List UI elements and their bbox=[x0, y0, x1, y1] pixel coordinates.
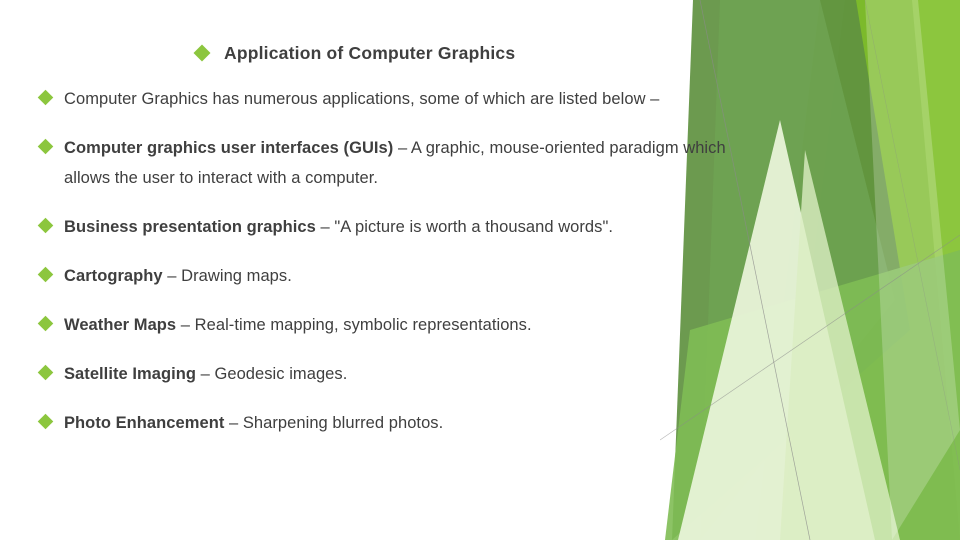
green-diamond-bullet-icon bbox=[37, 138, 54, 155]
green-diamond-bullet-icon bbox=[37, 413, 54, 430]
list-item-lead: Business presentation graphics bbox=[64, 218, 316, 236]
slide-title: Application of Computer Graphics bbox=[193, 41, 516, 65]
list-item: Computer graphics user interfaces (GUIs)… bbox=[37, 133, 730, 193]
list-item-rest: – Real-time mapping, symbolic representa… bbox=[176, 316, 532, 334]
list-item: Cartography – Drawing maps. bbox=[37, 261, 730, 291]
green-diamond-bullet-icon bbox=[37, 364, 54, 381]
list-item-lead: Photo Enhancement bbox=[64, 414, 225, 432]
list-item: Weather Maps – Real-time mapping, symbol… bbox=[37, 310, 730, 340]
list-item-text: Cartography – Drawing maps. bbox=[64, 261, 292, 291]
shard-pale-light bbox=[780, 150, 900, 540]
list-item-text: Computer graphics user interfaces (GUIs)… bbox=[64, 133, 730, 193]
list-item: Business presentation graphics – "A pict… bbox=[37, 212, 730, 242]
list-item-rest: – Geodesic images. bbox=[195, 365, 348, 383]
list-item-text: Photo Enhancement – Sharpening blurred p… bbox=[64, 408, 443, 438]
green-diamond-bullet-icon bbox=[37, 217, 54, 234]
list-item: Photo Enhancement – Sharpening blurred p… bbox=[37, 408, 730, 438]
list-item: Satellite Imaging – Geodesic images. bbox=[37, 359, 730, 389]
shard-bright-green bbox=[780, 0, 960, 540]
list-item-rest: – "A picture is worth a thousand words". bbox=[315, 218, 613, 236]
green-diamond-bullet-icon bbox=[193, 44, 211, 62]
hairline-diagonal-3 bbox=[864, 0, 960, 471]
list-item-rest: – Sharpening blurred photos. bbox=[224, 414, 444, 432]
list-item-lead: Computer graphics user interfaces (GUIs) bbox=[64, 139, 394, 157]
slide-canvas: Application of Computer Graphics Compute… bbox=[0, 0, 960, 540]
list-item-lead: Weather Maps bbox=[64, 316, 177, 334]
page-title: Application of Computer Graphics bbox=[224, 43, 516, 63]
list-item-text: Computer Graphics has numerous applicati… bbox=[64, 84, 659, 114]
shard-lime-base bbox=[755, 0, 960, 540]
shard-light-band bbox=[865, 0, 960, 540]
green-diamond-bullet-icon bbox=[37, 89, 54, 106]
list-item: Computer Graphics has numerous applicati… bbox=[37, 84, 730, 114]
list-item-rest: – Drawing maps. bbox=[162, 267, 292, 285]
list-item-text: Satellite Imaging – Geodesic images. bbox=[64, 359, 347, 389]
list-item-text: Weather Maps – Real-time mapping, symbol… bbox=[64, 310, 532, 340]
list-item-text: Business presentation graphics – "A pict… bbox=[64, 212, 613, 242]
green-diamond-bullet-icon bbox=[37, 266, 54, 283]
green-diamond-bullet-icon bbox=[37, 315, 54, 332]
list-item-lead: Satellite Imaging bbox=[64, 365, 196, 383]
list-item-lead: Cartography bbox=[64, 267, 163, 285]
list-item-rest: Computer Graphics has numerous applicati… bbox=[64, 90, 660, 108]
bullet-list: Computer Graphics has numerous applicati… bbox=[37, 84, 730, 457]
